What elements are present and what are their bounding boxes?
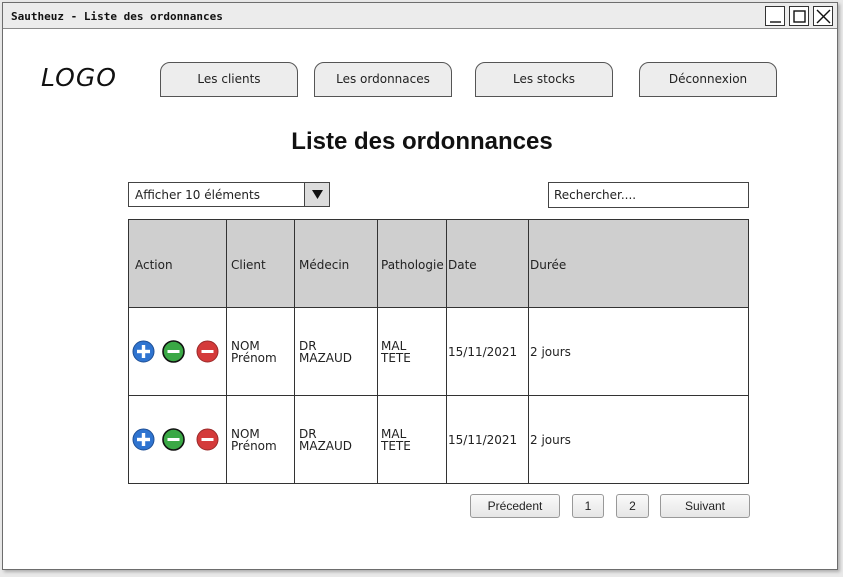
client-firstname: Prénom	[231, 439, 277, 453]
medecin-name: MAZAUD	[299, 351, 353, 365]
triangle-down-icon	[312, 190, 323, 199]
column-divider	[446, 220, 447, 483]
column-divider	[528, 220, 529, 483]
date-cell: 15/11/2021	[448, 433, 518, 447]
page-title: Liste des ordonnances	[291, 128, 553, 155]
page-2-button[interactable]: 2	[616, 494, 649, 518]
pathologie-cell: MAL TETE	[381, 428, 411, 452]
title-bar: Sautheuz - Liste des ordonnances	[3, 3, 837, 29]
select-arrow[interactable]	[304, 183, 329, 206]
tab-ordonnances[interactable]: Les ordonnaces	[314, 62, 452, 97]
column-header-medecin[interactable]: Médecin	[299, 259, 349, 271]
duree-cell: 2 jours	[530, 345, 571, 359]
medecin-cell: DR MAZAUD	[299, 428, 352, 452]
column-header-action[interactable]: Action	[135, 259, 173, 271]
plus-icon[interactable]	[132, 428, 155, 451]
minimize-button[interactable]	[765, 6, 785, 26]
column-divider	[294, 220, 295, 483]
column-divider	[377, 220, 378, 483]
page-size-select[interactable]: Afficher 10 éléments	[128, 182, 330, 207]
next-page-button[interactable]: Suivant	[660, 494, 750, 518]
app-window: Sautheuz - Liste des ordonnances LOGO Le…	[2, 2, 838, 570]
tab-stocks[interactable]: Les stocks	[475, 62, 613, 97]
maximize-icon	[793, 10, 806, 23]
table-row: NOM Prénom DR MAZAUD MAL TETE 15/11/2021…	[129, 308, 748, 396]
minimize-icon	[770, 21, 781, 23]
remove-icon[interactable]	[196, 428, 219, 451]
minus-icon[interactable]	[162, 428, 185, 451]
table-row: NOM Prénom DR MAZAUD MAL TETE 15/11/2021…	[129, 396, 748, 483]
remove-icon[interactable]	[196, 340, 219, 363]
client-firstname: Prénom	[231, 351, 277, 365]
medecin-cell: DR MAZAUD	[299, 340, 352, 364]
search-input[interactable]	[548, 182, 749, 208]
medecin-name: MAZAUD	[299, 439, 353, 453]
window-title: Sautheuz - Liste des ordonnances	[11, 10, 223, 23]
column-header-date[interactable]: Date	[448, 259, 477, 271]
page-1-button[interactable]: 1	[572, 494, 604, 518]
date-cell: 15/11/2021	[448, 345, 518, 359]
column-header-client[interactable]: Client	[231, 259, 266, 271]
column-header-duree[interactable]: Durée	[530, 259, 566, 271]
page-size-value: Afficher 10 éléments	[135, 188, 260, 202]
pathologie-cell: MAL TETE	[381, 340, 411, 364]
plus-icon[interactable]	[132, 340, 155, 363]
previous-page-button[interactable]: Précedent	[470, 494, 560, 518]
maximize-button[interactable]	[789, 6, 809, 26]
pathologie-line2: TETE	[381, 351, 411, 365]
duree-cell: 2 jours	[530, 433, 571, 447]
client-cell: NOM Prénom	[231, 340, 277, 364]
prescriptions-table: Action Client Médecin Pathologie Date Du…	[128, 219, 749, 484]
table-header: Action Client Médecin Pathologie Date Du…	[129, 220, 748, 308]
pathologie-line2: TETE	[381, 439, 411, 453]
logo: LOGO	[41, 63, 117, 92]
close-button[interactable]	[813, 6, 833, 26]
close-icon	[816, 9, 831, 24]
tab-clients[interactable]: Les clients	[160, 62, 298, 97]
column-header-pathologie[interactable]: Pathologie	[381, 259, 444, 271]
minus-icon[interactable]	[162, 340, 185, 363]
client-cell: NOM Prénom	[231, 428, 277, 452]
tab-logout[interactable]: Déconnexion	[639, 62, 777, 97]
column-divider	[226, 220, 227, 483]
